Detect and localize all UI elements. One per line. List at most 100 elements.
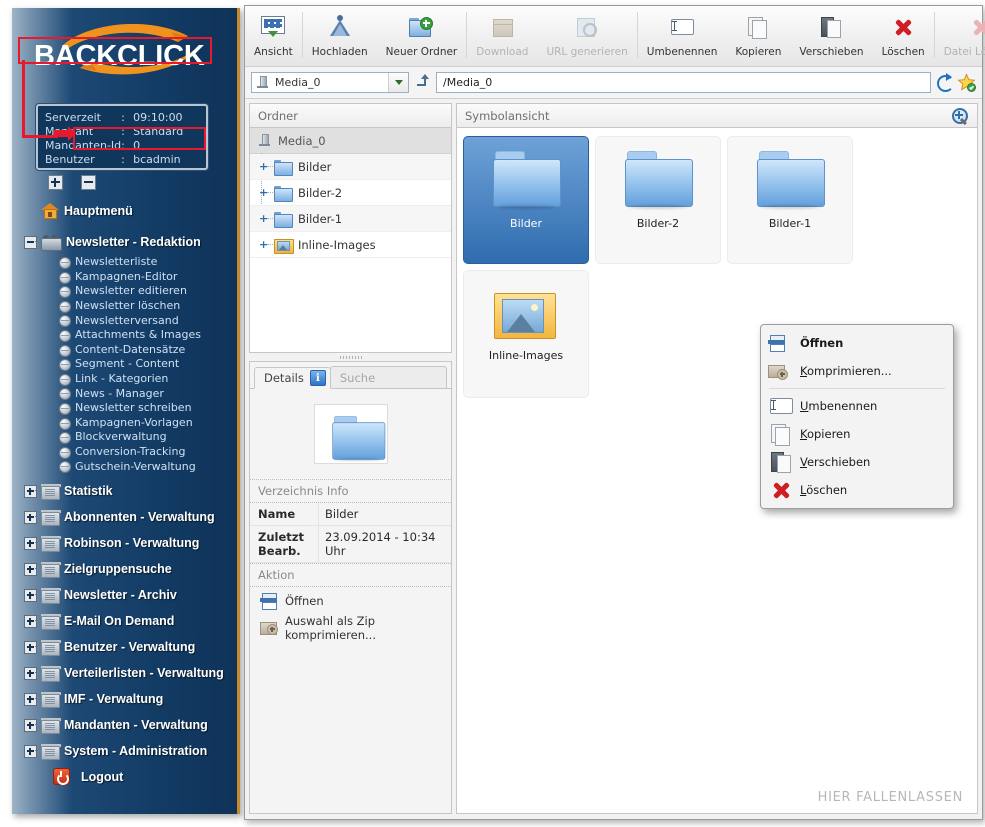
folder-icon <box>274 185 293 202</box>
pane-splitter[interactable] <box>249 353 452 361</box>
toolbar-button-kopieren[interactable]: Kopieren <box>726 6 790 60</box>
sidebar-item-verteilerlisten-verwaltung[interactable]: Verteilerlisten - Verwaltung <box>12 660 240 686</box>
tree-node-label: Bilder <box>298 159 332 174</box>
menu-item-komprimieren[interactable]: Komprimieren... <box>761 357 953 385</box>
sidebar-subitem-newsletterliste[interactable]: Newsletterliste <box>12 255 240 270</box>
folder-tree: Media_0 + Bilder + Bilder-2 + Bilder-1 + Inline… <box>249 128 452 353</box>
sidebar-subitem-label: Newsletterliste <box>75 255 158 269</box>
sidebar-item-hauptmenu[interactable]: Hauptmenü <box>12 198 240 223</box>
sidebar-item-system-administration[interactable]: System - Administration <box>12 738 240 764</box>
action-öffnen[interactable]: Öffnen <box>250 587 451 614</box>
toolbar-button-label: Datei Löschen <box>943 46 985 58</box>
parent-folder-icon[interactable] <box>415 74 432 91</box>
sidebar-subitem-news-manager[interactable]: News - Manager <box>12 386 240 401</box>
star-icon[interactable] <box>957 73 976 92</box>
icon-item-bilder-2[interactable]: Bilder-2 <box>595 136 721 264</box>
tree-root-row[interactable]: Media_0 <box>250 128 451 154</box>
sidebar-subitem-newsletter-löschen[interactable]: Newsletter löschen <box>12 299 240 314</box>
sidebar-item-label: Abonnenten - Verwaltung <box>64 509 215 524</box>
icon-item-bilder[interactable]: Bilder <box>463 136 589 264</box>
sidebar-item-logout[interactable]: Logout <box>12 764 240 790</box>
menu-item-umbenennen[interactable]: Umbenennen <box>761 392 953 420</box>
sidebar-item-label: Logout <box>81 769 124 784</box>
bullet-icon <box>59 417 71 430</box>
sidebar-subitem-newsletterversand[interactable]: Newsletterversand <box>12 313 240 328</box>
folder-icon <box>41 639 61 656</box>
menu-item-kopieren[interactable]: Kopieren <box>761 420 953 448</box>
sidebar-subitem-content-datensätze[interactable]: Content-Datensätze <box>12 343 240 358</box>
menu-item-löschen[interactable]: Löschen <box>761 476 953 504</box>
icon-item-bilder-1[interactable]: Bilder-1 <box>727 136 853 264</box>
toolbar-button-ansicht[interactable]: Ansicht <box>245 6 302 60</box>
sidebar-subitem-blockverwaltung[interactable]: Blockverwaltung <box>12 430 240 445</box>
tree-node-label: Inline-Images <box>298 237 376 252</box>
sidebar-subitem-segment-content[interactable]: Segment - Content <box>12 357 240 372</box>
toolbar-button-umbenennen[interactable]: Umbenennen <box>638 6 727 60</box>
sidebar-item-abonnenten-verwaltung[interactable]: Abonnenten - Verwaltung <box>12 504 240 530</box>
path-input[interactable]: /Media_0 <box>436 72 931 93</box>
tree-node-bilder-2[interactable]: + Bilder-2 <box>250 180 451 206</box>
tree-node-inline-images[interactable]: + Inline-Images <box>250 232 451 258</box>
refresh-icon[interactable] <box>935 72 955 93</box>
tree-connector <box>35 567 40 570</box>
sidebar-subitem-newsletter-schreiben[interactable]: Newsletter schreiben <box>12 401 240 416</box>
sidebar-subitem-link-kategorien[interactable]: Link - Kategorien <box>12 372 240 387</box>
toolbar-button-neuer-ordner[interactable]: Neuer Ordner <box>377 6 467 60</box>
folder-icon <box>41 665 61 682</box>
tree-node-bilder-1[interactable]: + Bilder-1 <box>250 206 451 232</box>
sidebar-item-mandanten-verwaltung[interactable]: Mandanten - Verwaltung <box>12 712 240 738</box>
sidebar-item-e-mail-on-demand[interactable]: E-Mail On Demand <box>12 608 240 634</box>
sidebar-item-benutzer-verwaltung[interactable]: Benutzer - Verwaltung <box>12 634 240 660</box>
image-folder-icon <box>274 237 294 254</box>
toolbar-button-download: Download <box>467 6 537 60</box>
magnifier-icon[interactable] <box>952 108 969 125</box>
menu-item-öffnen[interactable]: Öffnen <box>761 329 953 357</box>
sidebar-item-newsletter-archiv[interactable]: Newsletter - Archiv <box>12 582 240 608</box>
tree-connector <box>35 489 40 492</box>
tree-node-bilder[interactable]: + Bilder <box>250 154 451 180</box>
folder-icon <box>621 151 695 211</box>
menu-item-label: Löschen <box>800 483 848 497</box>
tab-suche[interactable]: Suche <box>329 366 447 388</box>
expand-all-button[interactable] <box>48 175 63 190</box>
sidebar-subitem-gutschein-verwaltung[interactable]: Gutschein-Verwaltung <box>12 459 240 474</box>
tab-suche-label: Suche <box>339 370 376 385</box>
sidebar-item-label: Statistik <box>64 483 113 498</box>
app-window: BACKCLICK Serverzeit:09:10:00Mandant:Sta… <box>0 0 985 827</box>
toolbar-button-label: Löschen <box>881 46 925 58</box>
folder-icon <box>41 483 61 500</box>
bullet-icon <box>59 329 71 342</box>
sidebar-item-robinson-verwaltung[interactable]: Robinson - Verwaltung <box>12 530 240 556</box>
sidebar-subitem-conversion-tracking[interactable]: Conversion-Tracking <box>12 445 240 460</box>
icon-item-inline-images[interactable]: Inline-Images <box>463 270 589 398</box>
sidebar-item-statistik[interactable]: Statistik <box>12 478 240 504</box>
collapse-all-button[interactable] <box>81 175 97 190</box>
sidebar-item-imf-verwaltung[interactable]: IMF - Verwaltung <box>12 686 240 712</box>
toolbar-button-löschen[interactable]: Löschen <box>873 6 934 60</box>
file-manager-window: Ansicht Hochladen Neuer Ordner Download URL … <box>244 5 985 820</box>
drive-select[interactable]: Media_0 <box>251 72 409 93</box>
action-auswahl-als-zip-komprimieren[interactable]: Auswahl als Zip komprimieren... <box>250 614 451 642</box>
toolbar-button-verschieben[interactable]: Verschieben <box>790 6 872 60</box>
sidebar-subitem-newsletter-editieren[interactable]: Newsletter editieren <box>12 284 240 299</box>
context-menu[interactable]: Öffnen Komprimieren... Umbenennen Kopieren V… <box>760 324 954 509</box>
sidebar-subitem-attachments-images[interactable]: Attachments & Images <box>12 328 240 343</box>
sidebar-subitem-kampagnen-editor[interactable]: Kampagnen-Editor <box>12 270 240 285</box>
detail-value: 23.09.2014 - 10:34 Uhr <box>318 526 451 562</box>
menu-item-verschieben[interactable]: Verschieben <box>761 448 953 476</box>
tab-details[interactable]: Details i <box>254 367 331 389</box>
sidebar-item-newsletter-redaktion[interactable]: Newsletter - Redaktion <box>12 229 240 254</box>
server-info-separator: : <box>121 153 125 166</box>
sidebar-item-zielgruppensuche[interactable]: Zielgruppensuche <box>12 556 240 582</box>
sidebar-item-label: Verteilerlisten - Verwaltung <box>64 665 224 680</box>
rename-icon <box>671 12 695 42</box>
sidebar-subitem-kampagnen-vorlagen[interactable]: Kampagnen-Vorlagen <box>12 416 240 431</box>
chevron-down-icon[interactable] <box>388 73 408 92</box>
annotation-arrow-icon <box>54 126 76 141</box>
sidebar-subitem-label: News - Manager <box>75 386 164 400</box>
toolbar-button-hochladen[interactable]: Hochladen <box>303 6 377 60</box>
sidebar-item-label: Newsletter - Redaktion <box>66 234 201 249</box>
folder-icon <box>753 151 827 211</box>
details-panel: Details i Suche Verzeichnis Info Name Bi… <box>249 361 452 814</box>
folder-icon <box>41 613 61 630</box>
